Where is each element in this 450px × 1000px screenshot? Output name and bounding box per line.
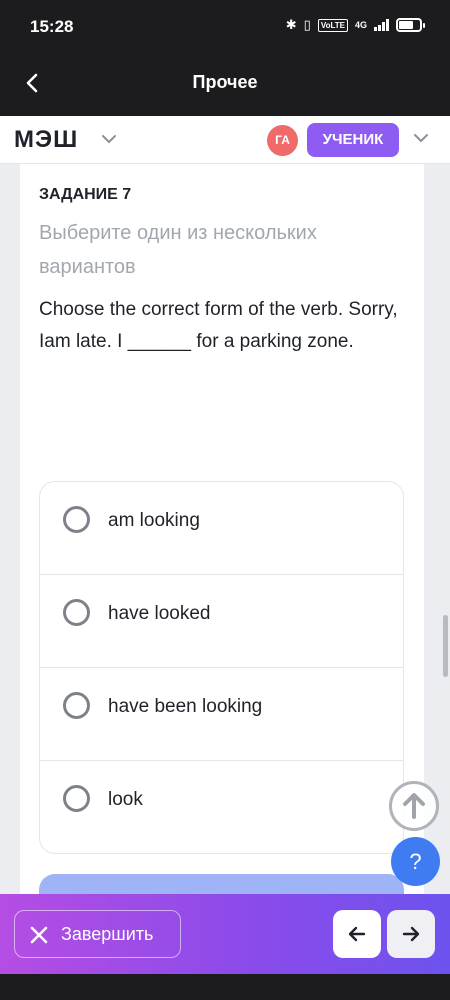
answer-option[interactable]: look [40,761,403,854]
answer-option-label: am looking [108,510,200,531]
status-time: 15:28 [30,17,74,36]
app-nav-bar: Прочее [0,56,450,116]
status-bar: 15:28 ✱ ▯ VoLTE 4G [0,0,450,56]
answer-option[interactable]: have been looking [40,668,403,761]
logo[interactable]: МЭШ [14,126,78,154]
answer-option-label: have been looking [108,696,263,717]
answer-option[interactable]: have looked [40,575,403,668]
close-icon [27,920,51,955]
finish-button[interactable]: Завершить [14,910,181,958]
arrow-right-icon [402,926,420,942]
chevron-down-icon [414,134,428,143]
task-question: Choose the correct form of the verb. Sor… [39,299,398,352]
scrollbar[interactable] [443,615,448,677]
role-badge[interactable]: УЧЕНИК [307,123,399,157]
help-button[interactable]: ? [391,837,440,886]
next-task-button[interactable] [387,910,435,958]
nav-title: Прочее [192,72,258,92]
answer-option[interactable]: am looking [40,482,403,575]
arrow-left-icon [348,926,366,942]
radio-button[interactable] [63,692,90,719]
system-gesture-bar [0,974,450,1000]
scroll-up-button[interactable] [389,781,439,831]
vibrate-icon: ▯ [303,17,311,32]
bottom-action-bar: Завершить [0,894,450,974]
signal-icon [374,19,389,31]
answer-option-label: look [108,789,143,810]
volte-icon: VoLTE [317,18,348,32]
network-label: 4G [354,20,367,30]
task-card: ЗАДАНИЕ 7 Выберите один из нескольких ва… [20,164,424,924]
answer-options: am looking have looked have been looking… [39,481,404,854]
avatar[interactable]: ГА [267,125,298,156]
profile-menu-chevron[interactable] [412,129,430,152]
status-icons: ✱ ▯ VoLTE 4G [285,17,425,33]
bluetooth-icon: ✱ [285,17,297,32]
site-header: МЭШ ГА УЧЕНИК [0,116,450,164]
battery-icon [396,18,425,32]
radio-button[interactable] [63,785,90,812]
radio-button[interactable] [63,599,90,626]
task-instruction: Выберите один из нескольких вариантов [39,222,317,278]
arrow-up-circle-icon [403,793,425,819]
finish-button-label: Завершить [61,924,154,944]
chevron-down-icon [102,135,116,144]
logo-menu-chevron[interactable] [100,130,118,153]
previous-task-button[interactable] [333,910,381,958]
task-number: ЗАДАНИЕ 7 [39,186,132,203]
answer-option-label: have looked [108,603,211,624]
radio-button[interactable] [63,506,90,533]
